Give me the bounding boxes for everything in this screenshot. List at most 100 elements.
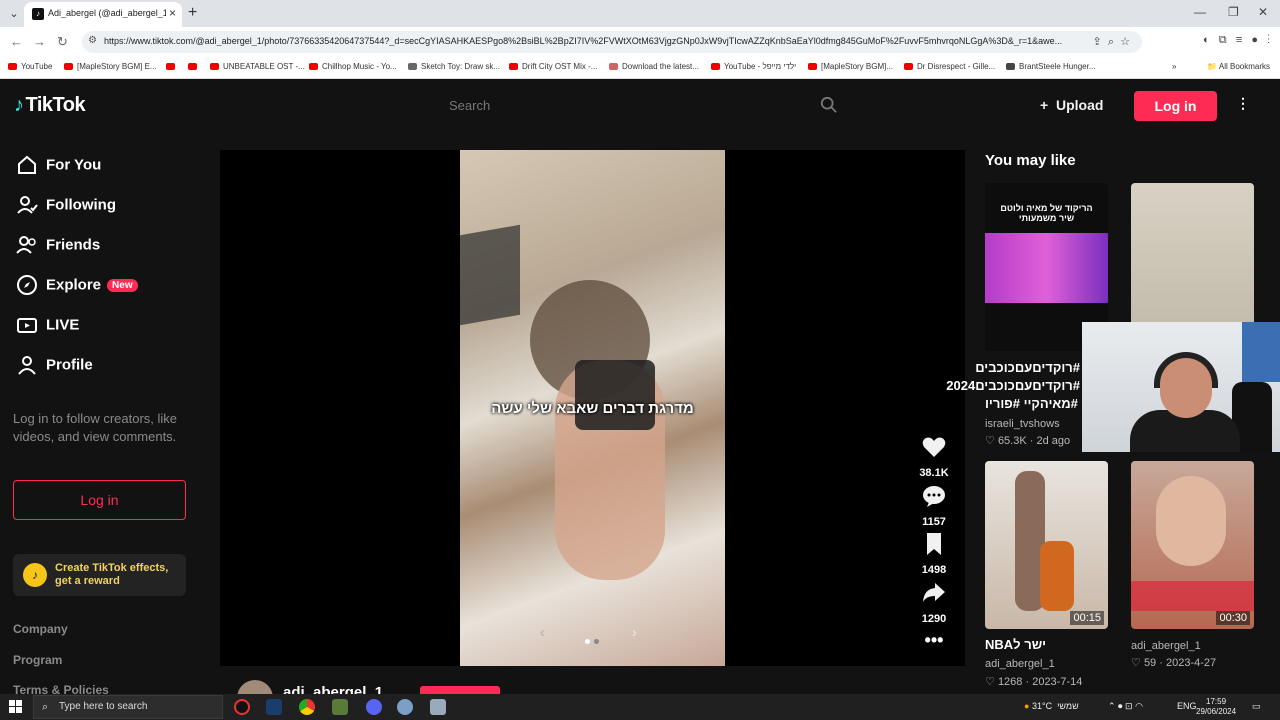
search-input[interactable]: Search <box>434 90 850 122</box>
notifications-icon[interactable]: ▭ <box>1252 701 1261 712</box>
login-button[interactable]: Log in <box>1134 91 1217 121</box>
windows-start-icon[interactable] <box>9 700 22 713</box>
post-photo[interactable]: מדרגת דברים שאבא שלי עשה ‹ › <box>460 150 725 666</box>
weather-widget[interactable]: ● 31°C שמשי <box>1024 701 1079 711</box>
back-icon[interactable]: ← <box>10 34 23 49</box>
sidebar-item-profile[interactable]: Profile <box>16 354 93 380</box>
taskbar-search[interactable]: ⌕ Type here to search <box>33 695 223 719</box>
app-icon[interactable] <box>332 699 348 715</box>
tab-close-icon[interactable]: × <box>169 6 176 20</box>
sidebar-item-explore[interactable]: Explore New <box>16 274 138 300</box>
tiktok-logo-icon: ♪ <box>14 94 24 116</box>
carousel-prev-icon[interactable]: ‹ <box>540 624 545 640</box>
footer-link-company[interactable]: Company <box>13 622 68 636</box>
reading-list-icon[interactable]: ≡ <box>1236 34 1242 46</box>
tiktok-header: ♪ TikTok Search + Upload Log in ⋮ <box>0 80 1280 132</box>
bookmark-item[interactable]: UNBEATABLE OST -... <box>210 62 305 71</box>
follow-button[interactable] <box>420 686 500 694</box>
sidebar-login-button[interactable]: Log in <box>13 480 186 520</box>
bookmark-item[interactable]: [MapleStory BGM] E... <box>64 62 157 71</box>
bookmark-item[interactable]: Chillhop Music - Yo... <box>309 62 397 71</box>
rec-author-1[interactable]: israeli_tvshows <box>985 418 1060 430</box>
bookmark-item[interactable]: Download the latest... <box>609 62 699 71</box>
share-count: 1290 <box>921 613 947 625</box>
tray-icons[interactable]: ⌃ ⏺ ⊡ ◠ <box>1108 701 1143 712</box>
browser-menu-icon[interactable]: ⋮ <box>1267 34 1270 46</box>
save-button[interactable]: 1498 <box>910 531 958 576</box>
rec-caption-1[interactable]: #רוקדיםעםכוכבים #רוקדיםעםכוכבים2024 #מאי… <box>946 359 1080 413</box>
url-text: https://www.tiktok.com/@adi_abergel_1/ph… <box>104 36 1063 46</box>
sun-icon: ● <box>1024 701 1030 711</box>
share-button[interactable]: 1290 <box>910 580 958 625</box>
tab-search-icon[interactable]: ⌄ <box>6 6 22 22</box>
extensions-puzzle-icon[interactable]: ⧉ <box>1219 34 1227 46</box>
comment-button[interactable]: 1157 <box>910 483 958 528</box>
save-count: 1498 <box>921 564 947 576</box>
search-icon[interactable] <box>820 96 838 114</box>
carousel-next-icon[interactable]: › <box>632 624 637 640</box>
sidebar-item-following[interactable]: Following <box>16 194 116 220</box>
app-icon[interactable] <box>430 699 446 715</box>
language-indicator[interactable]: ENG <box>1177 701 1197 711</box>
comment-icon <box>923 486 945 507</box>
app-icon[interactable] <box>397 699 413 715</box>
bookmark-item[interactable]: Sketch Toy: Draw sk... <box>408 62 500 71</box>
sidebar-item-friends[interactable]: Friends <box>16 234 100 260</box>
profile-avatar-icon[interactable]: ● <box>1251 34 1258 46</box>
more-options-icon[interactable]: ⋮ <box>1236 95 1250 112</box>
rec-thumbnail-3[interactable]: 00:15 <box>985 461 1108 629</box>
following-icon <box>17 196 38 214</box>
carousel-dot[interactable] <box>594 639 599 644</box>
bookmark-item[interactable] <box>166 62 179 71</box>
bookmark-item[interactable]: YouTube <box>8 62 52 71</box>
zoom-icon[interactable]: ⌕ <box>1108 36 1114 48</box>
create-effects-banner[interactable]: ♪ Create TikTok effects, get a reward <box>13 554 186 596</box>
tiktok-logo[interactable]: ♪ TikTok <box>14 94 86 117</box>
rec-author-3[interactable]: adi_abergel_1 <box>985 658 1055 670</box>
upload-button[interactable]: + Upload <box>1040 97 1103 113</box>
bookmarks-overflow-icon[interactable]: » <box>1172 62 1176 71</box>
active-tab[interactable]: ♪ Adi_abergel (@adi_abergel_1) | × <box>24 2 182 27</box>
like-button[interactable]: 38.1K <box>910 434 958 479</box>
sidebar-item-live[interactable]: LIVE <box>16 314 79 340</box>
rec-author-4[interactable]: adi_abergel_1 <box>1131 640 1201 652</box>
rec-thumb-face <box>1156 476 1226 566</box>
discord-icon[interactable] <box>366 699 382 715</box>
rec-caption-3[interactable]: ישר לNBA <box>985 636 1046 654</box>
bookmark-item[interactable]: YouTube - ילדי מייפל <box>711 62 796 71</box>
bookmark-item[interactable] <box>188 62 201 71</box>
close-window-icon[interactable]: ✕ <box>1258 5 1268 19</box>
site-info-icon[interactable]: ⚙ <box>88 35 97 46</box>
bookmark-star-icon[interactable]: ☆ <box>1120 36 1130 48</box>
rec-thumbnail-4[interactable]: 00:30 <box>1131 461 1254 629</box>
restore-icon[interactable]: ❐ <box>1228 5 1239 19</box>
rec-thumb-banner <box>1131 581 1254 611</box>
webcam-overlay <box>1082 322 1280 452</box>
extension-icon[interactable]: ◐ <box>1203 34 1210 46</box>
all-bookmarks[interactable]: 📁 All Bookmarks <box>1207 62 1270 71</box>
obs-icon[interactable] <box>234 699 250 715</box>
url-field[interactable]: ⚙ https://www.tiktok.com/@adi_abergel_1/… <box>82 31 1142 53</box>
minimize-icon[interactable]: — <box>1194 5 1206 19</box>
reload-icon[interactable]: ↻ <box>57 34 68 50</box>
install-icon[interactable]: ⇪ <box>1092 36 1101 48</box>
bookmark-item[interactable]: Drift City OST Mix -... <box>509 62 597 71</box>
forward-icon[interactable]: → <box>33 34 46 49</box>
profile-icon <box>18 356 36 375</box>
more-actions-icon[interactable]: ••• <box>910 630 958 651</box>
footer-link-program[interactable]: Program <box>13 653 62 667</box>
heart-icon: ♡ <box>1131 657 1141 669</box>
new-badge: New <box>107 278 138 292</box>
sidebar: For You Following Friends Explore New LIV… <box>0 132 200 697</box>
chrome-icon[interactable] <box>299 699 315 715</box>
clock[interactable]: 17:59 29/06/2024 <box>1196 697 1236 717</box>
new-tab-icon[interactable]: + <box>188 4 197 22</box>
bookmark-item[interactable]: BrantSteele Hunger... <box>1006 62 1096 71</box>
photo-shape <box>460 224 520 326</box>
sidebar-item-for-you[interactable]: For You <box>16 154 101 180</box>
carousel-dot[interactable] <box>585 639 590 644</box>
bookmark-item[interactable]: Dr Disrespect - Gille... <box>904 62 995 71</box>
steam-icon[interactable] <box>266 699 282 715</box>
bookmark-item[interactable]: [MapleStory BGM]... <box>808 62 893 71</box>
sketch-icon <box>408 63 417 71</box>
